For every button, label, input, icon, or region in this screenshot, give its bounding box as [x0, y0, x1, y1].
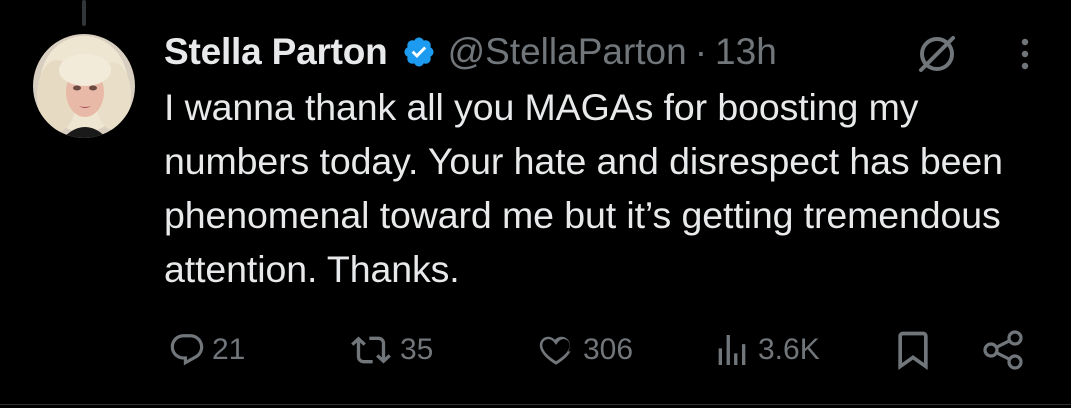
- reply-icon: [170, 334, 204, 366]
- bookmark-button[interactable]: [891, 324, 935, 376]
- reply-button[interactable]: 21: [168, 324, 245, 376]
- thread-connector-line: [82, 0, 86, 26]
- views-count: 3.6K: [758, 333, 820, 366]
- verified-badge-icon[interactable]: [402, 35, 436, 69]
- post-divider: [0, 404, 1071, 405]
- like-button[interactable]: 306: [535, 324, 633, 376]
- header-separator: ·: [694, 31, 708, 72]
- reply-count: 21: [212, 333, 246, 366]
- repost-button[interactable]: 35: [348, 324, 433, 376]
- views-button[interactable]: 3.6K: [712, 324, 820, 376]
- avatar[interactable]: [33, 34, 135, 138]
- repost-icon: [351, 336, 391, 364]
- author-display-name[interactable]: Stella Parton: [164, 31, 388, 73]
- views-icon: [718, 335, 746, 365]
- bookmark-icon: [898, 331, 928, 371]
- post-header: Stella Parton @StellaParton · 13h: [164, 28, 777, 76]
- share-button[interactable]: [980, 324, 1026, 376]
- author-handle[interactable]: @StellaParton: [448, 31, 687, 73]
- post-actions-bar: 21 35 306 3.6K: [0, 324, 1071, 376]
- post-timestamp[interactable]: 13h: [715, 31, 777, 73]
- heart-icon: [539, 336, 571, 365]
- repost-count: 35: [400, 333, 434, 366]
- share-icon: [983, 330, 1023, 370]
- like-count: 306: [583, 333, 634, 366]
- avatar-image: [33, 34, 135, 138]
- more-icon[interactable]: [1009, 34, 1041, 74]
- post-text: I wanna thank all you MAGAs for boosting…: [164, 86, 1003, 290]
- grok-icon[interactable]: [913, 30, 961, 78]
